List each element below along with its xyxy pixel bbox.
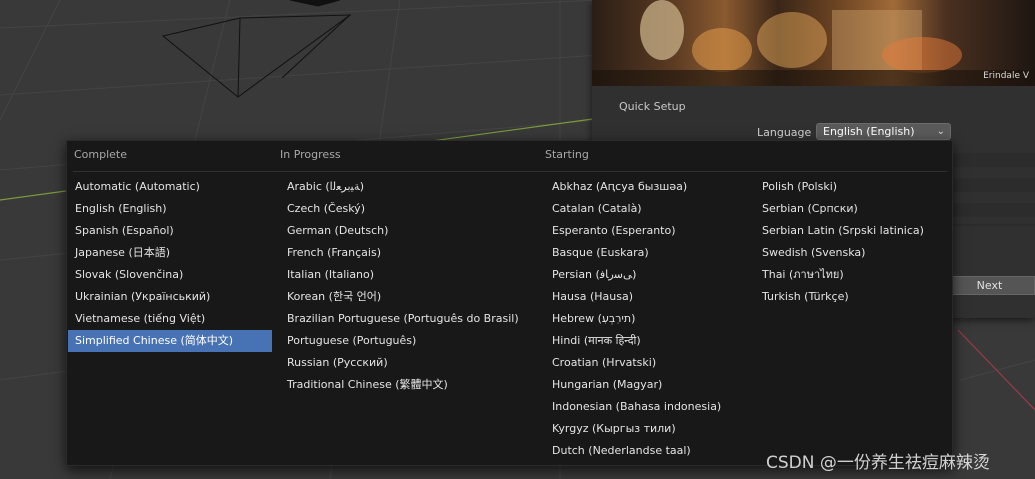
- splash-image: Erindale V: [592, 0, 1035, 86]
- splash-artwork: [592, 0, 1035, 86]
- language-option[interactable]: Slovak (Slovenčina): [68, 264, 272, 286]
- language-option[interactable]: Swedish (Svenska): [755, 242, 924, 264]
- watermark: CSDN @一份养生祛痘麻辣烫: [766, 453, 990, 473]
- next-button[interactable]: Next: [944, 276, 1035, 295]
- column-in-progress: Arabic (ﺔﻴﺑﺮﻌﻟﺍ) Czech (Český) German (Deu…: [280, 176, 519, 396]
- language-option[interactable]: Serbian Latin (Srpski latinica): [755, 220, 924, 242]
- language-label: Language: [757, 126, 812, 139]
- language-option[interactable]: Czech (Český): [280, 198, 519, 220]
- language-option[interactable]: English (English): [68, 198, 272, 220]
- language-option[interactable]: Indonesian (Bahasa indonesia): [545, 396, 721, 418]
- language-option[interactable]: Arabic (ﺔﻴﺑﺮﻌﻟﺍ): [280, 176, 519, 198]
- faded-settings-rows: [952, 153, 1035, 226]
- language-option[interactable]: Brazilian Portuguese (Português do Brasi…: [280, 308, 519, 330]
- language-option[interactable]: German (Deutsch): [280, 220, 519, 242]
- language-option[interactable]: Russian (Русский): [280, 352, 519, 374]
- language-option[interactable]: Japanese (日本語): [68, 242, 272, 264]
- language-option[interactable]: Spanish (Español): [68, 220, 272, 242]
- language-option[interactable]: Serbian (Српски): [755, 198, 924, 220]
- header-in-progress: In Progress: [280, 148, 341, 161]
- language-option[interactable]: Esperanto (Esperanto): [545, 220, 721, 242]
- language-option[interactable]: Kyrgyz (Кыргыз тили): [545, 418, 721, 440]
- language-option[interactable]: Polish (Polski): [755, 176, 924, 198]
- language-option[interactable]: Thai (ภาษาไทย): [755, 264, 924, 286]
- quick-setup-title: Quick Setup: [619, 100, 686, 113]
- language-option[interactable]: Croatian (Hrvatski): [545, 352, 721, 374]
- language-option[interactable]: Hausa (Hausa): [545, 286, 721, 308]
- column-starting-2: Polish (Polski) Serbian (Српски) Serbian L…: [755, 176, 924, 308]
- menu-separator: [73, 171, 947, 172]
- column-complete: Automatic (Automatic) English (English) Sp…: [68, 176, 272, 352]
- language-option[interactable]: French (Français): [280, 242, 519, 264]
- language-select-value: English (English): [823, 125, 915, 138]
- y-axis-line: [957, 329, 1035, 411]
- language-option[interactable]: Hindi (मानक हिन्दी): [545, 330, 721, 352]
- header-complete: Complete: [74, 148, 128, 161]
- language-option[interactable]: Portuguese (Português): [280, 330, 519, 352]
- splash-credit: Erindale V: [983, 71, 1029, 81]
- language-option[interactable]: Traditional Chinese (繁體中文): [280, 374, 519, 396]
- language-option[interactable]: Hebrew (תירִבְעִ): [545, 308, 721, 330]
- language-dropdown-menu: Complete In Progress Starting Automatic …: [66, 140, 953, 466]
- language-option[interactable]: Catalan (Català): [545, 198, 721, 220]
- language-option[interactable]: Basque (Euskara): [545, 242, 721, 264]
- language-option[interactable]: Vietnamese (tiếng Việt): [68, 308, 272, 330]
- language-option[interactable]: Simplified Chinese (简体中文): [68, 330, 272, 352]
- language-option[interactable]: Abkhaz (Аԥсуа бызшәа): [545, 176, 721, 198]
- language-option[interactable]: Hungarian (Magyar): [545, 374, 721, 396]
- language-option[interactable]: Korean (한국 언어): [280, 286, 519, 308]
- language-select[interactable]: English (English) ⌄: [816, 123, 951, 140]
- column-starting: Abkhaz (Аԥсуа бызшәа) Catalan (Català) Esp…: [545, 176, 721, 462]
- language-option[interactable]: Automatic (Automatic): [68, 176, 272, 198]
- language-option[interactable]: Ukrainian (Український): [68, 286, 272, 308]
- language-option[interactable]: Dutch (Nederlandse taal): [545, 440, 721, 462]
- chevron-down-icon: ⌄: [936, 126, 945, 137]
- language-option[interactable]: Turkish (Türkçe): [755, 286, 924, 308]
- language-option[interactable]: Italian (Italiano): [280, 264, 519, 286]
- language-option[interactable]: Persian (ﯽﺳﺭﺎﻓ): [545, 264, 721, 286]
- header-starting: Starting: [545, 148, 589, 161]
